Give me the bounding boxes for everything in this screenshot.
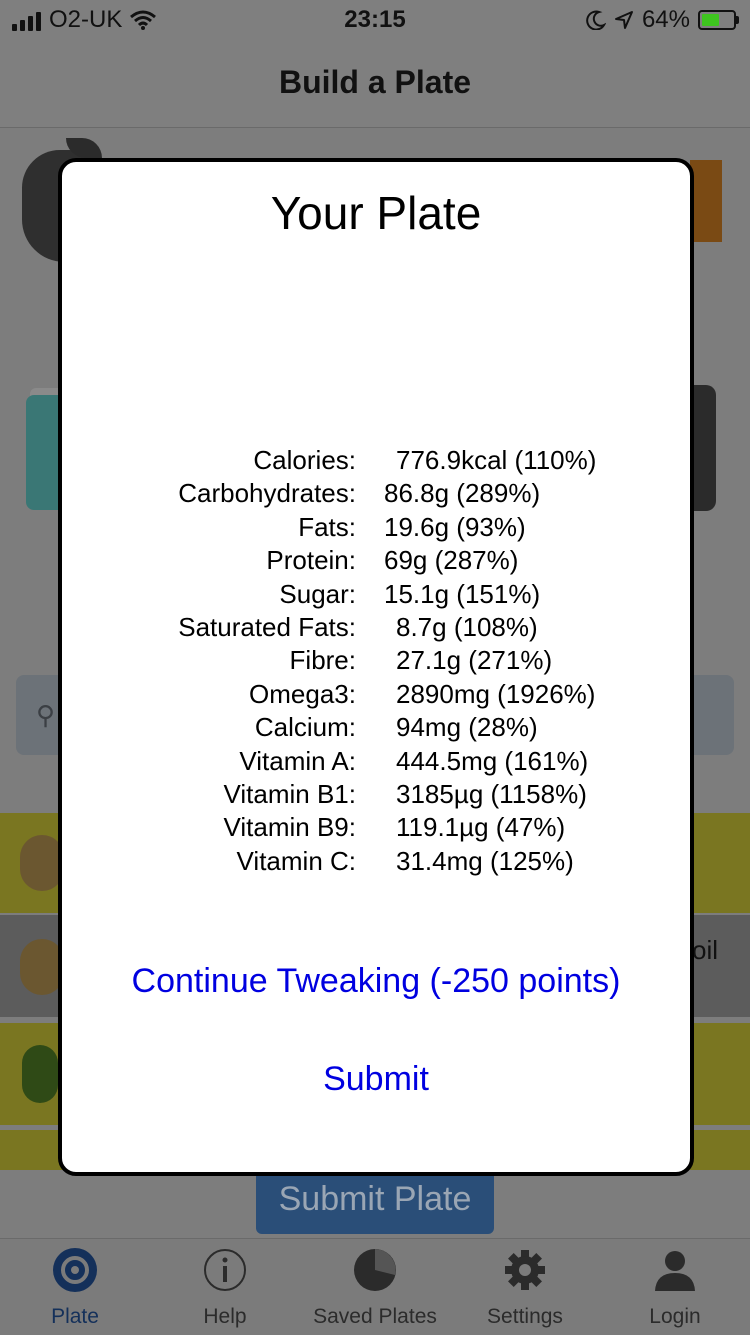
battery-fill: [702, 14, 719, 26]
peas-icon: [22, 1045, 58, 1103]
bread-image[interactable]: [690, 160, 722, 242]
moon-icon: [586, 10, 606, 30]
nutrient-value: 27.1g (271%): [396, 645, 553, 676]
nutrient-row: Carbohydrates: 86.8g (289%): [62, 477, 690, 510]
tab-label: Settings: [487, 1305, 563, 1328]
nutrient-value: 31.4mg (125%): [396, 845, 574, 876]
tab-label: Help: [203, 1305, 247, 1328]
tab-label: Saved Plates: [313, 1305, 437, 1328]
nutrient-value: 69g (287%): [384, 545, 519, 576]
continue-tweaking-button[interactable]: Continue Tweaking (-250 points): [62, 962, 690, 1001]
nutrient-label: Fats:: [298, 511, 356, 542]
navigation-bar: Build a Plate: [0, 40, 750, 128]
location-icon: [614, 11, 633, 29]
food-item-name: oil: [692, 935, 719, 965]
nutrient-row: Omega3: 2890mg (1926%): [62, 678, 690, 711]
nutrient-row: Vitamin A: 444.5mg (161%): [62, 745, 690, 778]
nutrient-value: 19.6g (93%): [384, 511, 526, 542]
target-icon: [53, 1248, 97, 1292]
user-icon: [655, 1251, 695, 1291]
battery-icon: [698, 10, 739, 30]
nutrient-row: Calories: 776.9kcal (110%): [62, 444, 690, 477]
nutrient-label: Vitamin B1:: [223, 778, 356, 809]
nutrient-list: Calories: 776.9kcal (110%) Carbohydrates: 8…: [62, 444, 690, 878]
status-bar: O2-UK 23:15 64%: [0, 0, 750, 40]
nutrient-row: Fats: 19.6g (93%): [62, 511, 690, 544]
nutrient-label: Vitamin C:: [236, 845, 356, 876]
tab-login[interactable]: Login: [600, 1239, 750, 1335]
nutrient-row: Vitamin C: 31.4mg (125%): [62, 845, 690, 878]
nutrient-label: Calcium:: [254, 712, 356, 743]
nutrient-label: Carbohydrates:: [178, 478, 356, 509]
nutrient-value: 2890mg (1926%): [396, 678, 596, 709]
nutrient-value: 15.1g (151%): [384, 578, 541, 609]
nutrient-label: Vitamin A:: [239, 745, 356, 776]
nutrient-row: Sugar: 15.1g (151%): [62, 578, 690, 611]
nutrient-label: Omega3:: [249, 678, 356, 709]
page-title: Build a Plate: [278, 64, 472, 100]
nutrient-value: 444.5mg (161%): [396, 745, 589, 776]
tab-saved-plates[interactable]: Saved Plates: [300, 1239, 450, 1335]
info-icon: [204, 1249, 246, 1291]
nutrient-label: Saturated Fats:: [178, 611, 356, 642]
nutrient-value: 3185µg (1158%): [396, 778, 587, 809]
nutrient-value: 119.1µg (47%): [396, 812, 566, 843]
nutrient-value: 8.7g (108%): [396, 611, 538, 642]
tab-bar: Plate Help Saved Plates Settings Login: [0, 1238, 750, 1335]
status-right: 64%: [586, 6, 739, 34]
pie-chart-icon: [354, 1249, 396, 1291]
nutrient-value: 94mg (28%): [396, 712, 538, 743]
nutrient-value: 776.9kcal (110%): [396, 445, 597, 475]
your-plate-dialog: Your Plate Calories: 776.9kcal (110%) Carb…: [58, 158, 694, 1176]
nutrient-label: Fibre:: [289, 645, 356, 676]
battery-percent: 64%: [641, 6, 690, 33]
tab-settings[interactable]: Settings: [450, 1239, 600, 1335]
nutrient-row: Fibre: 27.1g (271%): [62, 644, 690, 677]
tab-label: Login: [649, 1305, 701, 1328]
nutrient-row: Protein: 69g (287%): [62, 544, 690, 577]
submit-button[interactable]: Submit: [62, 1060, 690, 1099]
gear-icon: [505, 1250, 545, 1290]
nutrient-row: Calcium: 94mg (28%): [62, 711, 690, 744]
nutrient-label: Calories:: [253, 445, 356, 475]
nutrient-row: Saturated Fats: 8.7g (108%): [62, 611, 690, 644]
submit-plate-button[interactable]: Submit Plate: [256, 1170, 494, 1234]
nutrient-value: 86.8g (289%): [384, 478, 541, 509]
nutrient-row: Vitamin B1: 3185µg (1158%): [62, 778, 690, 811]
tab-label: Plate: [51, 1305, 99, 1328]
search-icon: ⚲: [36, 700, 56, 730]
nutrient-label: Vitamin B9:: [223, 812, 356, 843]
tab-help[interactable]: Help: [150, 1239, 300, 1335]
nutrient-label: Protein:: [266, 545, 356, 576]
dialog-title: Your Plate: [270, 187, 482, 239]
nutrient-label: Sugar:: [279, 578, 356, 609]
tab-plate[interactable]: Plate: [0, 1239, 150, 1335]
nutrient-row: Vitamin B9: 119.1µg (47%): [62, 811, 690, 844]
